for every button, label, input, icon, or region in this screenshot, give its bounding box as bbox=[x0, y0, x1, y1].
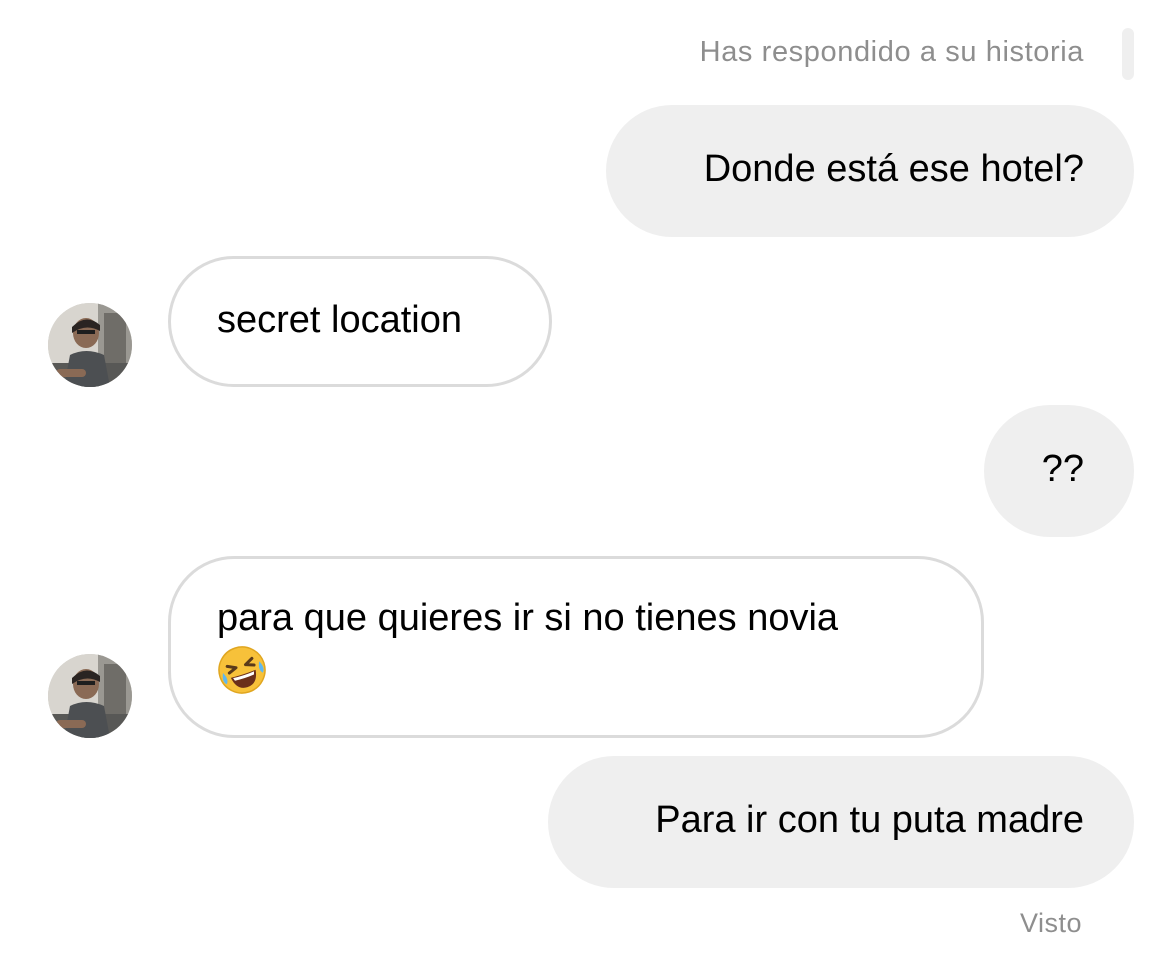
message-bubble-outgoing[interactable]: Para ir con tu puta madre bbox=[548, 756, 1134, 888]
message-text: ?? bbox=[1041, 448, 1084, 490]
seen-status: Visto bbox=[1019, 908, 1082, 938]
message-text: Donde está ese hotel? bbox=[703, 148, 1084, 190]
message-bubble-incoming[interactable]: secret location bbox=[168, 256, 552, 387]
avatar[interactable] bbox=[48, 654, 132, 738]
avatar[interactable] bbox=[48, 303, 132, 387]
scroll-indicator[interactable] bbox=[1122, 28, 1134, 80]
message-text: secret location bbox=[217, 299, 463, 341]
message-bubble-outgoing[interactable]: Donde está ese hotel? bbox=[606, 105, 1134, 237]
rolling-on-floor-laughing-icon bbox=[210, 638, 273, 701]
story-reply-note: Has respondido a su historia bbox=[699, 36, 1084, 68]
message-text: Para ir con tu puta madre bbox=[655, 799, 1084, 841]
message-bubble-outgoing[interactable]: ?? bbox=[984, 405, 1134, 537]
message-bubble-incoming[interactable]: para que quieres ir si no tienes novia bbox=[168, 556, 984, 738]
message-text: para que quieres ir si no tienes novia bbox=[217, 597, 839, 639]
